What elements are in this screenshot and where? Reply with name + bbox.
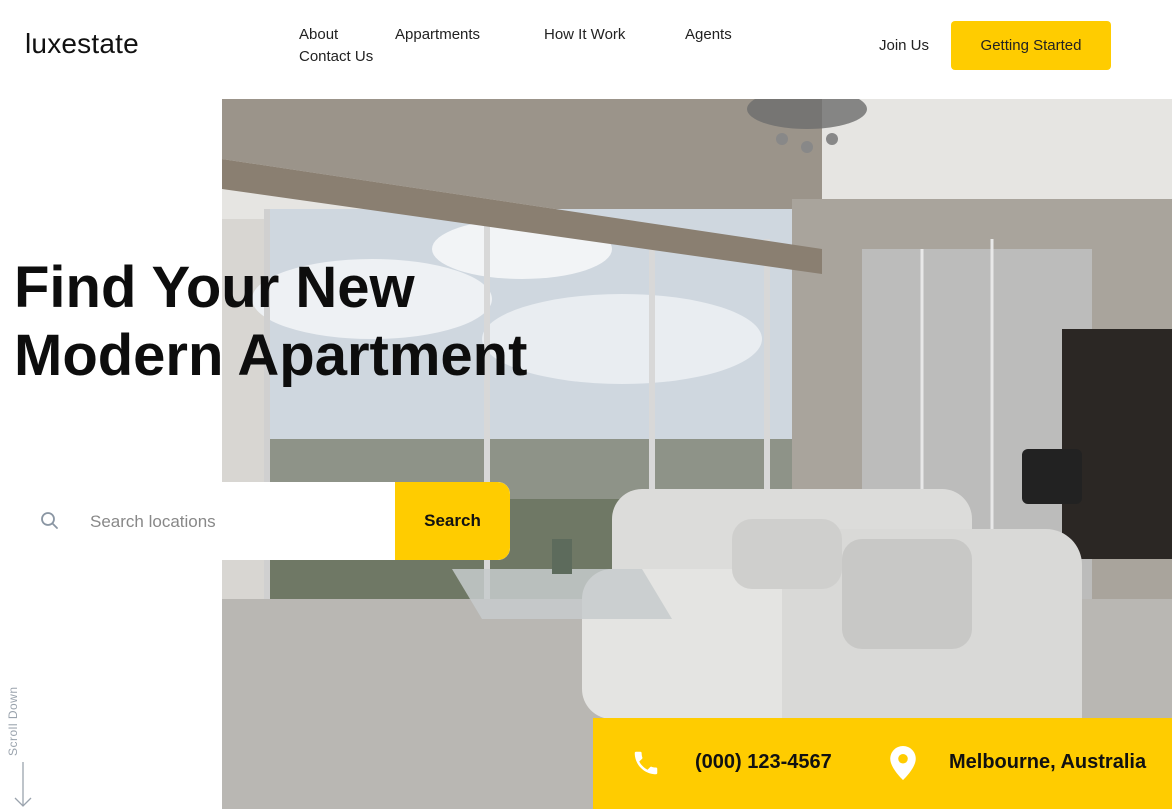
living-room-photo	[222, 99, 1172, 809]
search-bar: Search	[0, 482, 510, 560]
join-us-link[interactable]: Join Us	[879, 37, 929, 54]
nav-how-it-work[interactable]: How It Work	[544, 26, 625, 43]
nav-agents[interactable]: Agents	[685, 26, 732, 43]
phone-icon	[634, 751, 658, 775]
scroll-down[interactable]: Scroll Down	[6, 676, 40, 809]
location-text: Melbourne, Australia	[949, 751, 1147, 773]
hero-headline: Find Your New Modern Apartment	[14, 254, 527, 390]
hero-image	[222, 99, 1172, 809]
logo[interactable]: luxestate	[25, 28, 139, 60]
nav-about[interactable]: About	[299, 26, 338, 43]
nav-appartments[interactable]: Appartments	[395, 26, 480, 43]
scroll-down-label: Scroll Down	[6, 686, 20, 756]
hero-title-line1: Find Your New	[14, 255, 415, 320]
hero-title-line2: Modern Apartment	[14, 323, 528, 388]
search-button[interactable]: Search	[395, 482, 510, 560]
arrow-down-icon	[14, 762, 32, 807]
map-pin-icon	[890, 746, 916, 780]
phone-number[interactable]: (000) 123-4567	[695, 751, 832, 774]
contact-bar: (000) 123-4567 Melbourne, Australia	[593, 718, 1172, 809]
search-input[interactable]	[88, 504, 382, 540]
nav-contact-us[interactable]: Contact Us	[299, 48, 373, 65]
search-icon	[41, 512, 58, 529]
getting-started-button[interactable]: Getting Started	[951, 21, 1111, 70]
